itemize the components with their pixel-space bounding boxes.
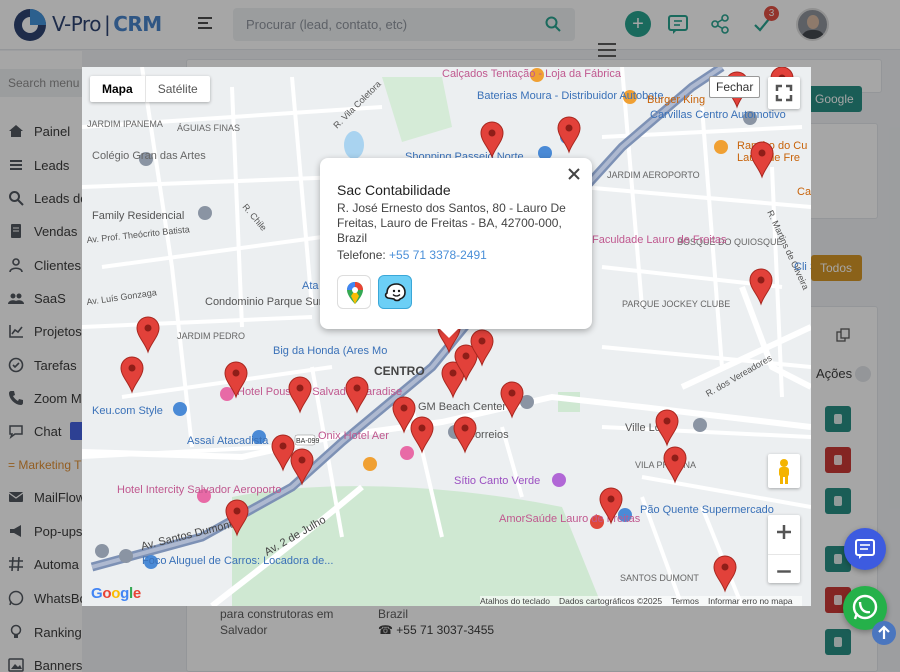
map-marker-dot — [508, 389, 516, 397]
map-label: Colégio Gran das Artes — [92, 150, 206, 162]
map-label: CENTRO — [374, 364, 425, 378]
map-marker-dot — [296, 384, 304, 392]
map-label: Family Residencial — [92, 210, 184, 222]
map-label: Sítio Canto Verde — [454, 475, 540, 487]
lake — [344, 131, 364, 159]
map-label: JARDIM IPANEMA — [87, 119, 163, 129]
map-label: Ca — [797, 186, 811, 198]
map-marker-dot — [400, 404, 408, 412]
info-window-phone: Telefone: +55 71 3378-2491 — [337, 248, 487, 262]
map-label: Hotel Intercity Salvador Aeroporto — [117, 484, 281, 496]
map-label: JARDIM AEROPORTO — [607, 170, 700, 180]
chat-widget-button[interactable] — [844, 528, 886, 570]
map-label: Burger King — [647, 94, 705, 106]
zoom-out-button[interactable] — [768, 554, 800, 588]
info-window-title: Sac Contabilidade — [337, 182, 451, 198]
map-label: GM Beach Center — [418, 401, 506, 413]
map-label: SANTOS DUMONT — [620, 573, 699, 583]
terms-link[interactable]: Termos — [671, 596, 699, 606]
route-shield-label: BA-099 — [296, 438, 319, 445]
map-label: Calçados Tentação - Loja da Fábrica — [442, 68, 622, 80]
map-marker-dot — [758, 149, 766, 157]
map-attribution: Atalhos do teclado Dados cartográficos ©2… — [480, 596, 802, 606]
map-marker-dot — [565, 124, 573, 132]
arrow-up-icon — [878, 625, 890, 639]
map-label: Foco Aluguel de Carros: Locadora de... — [142, 555, 333, 567]
map-marker-dot — [128, 364, 136, 372]
map-marker-dot — [488, 129, 496, 137]
map-label: Ata — [302, 280, 319, 292]
map-label: Keu.com Style — [92, 405, 163, 417]
street-view-pegman[interactable] — [768, 454, 800, 488]
map-data-text: Dados cartográficos ©2025 — [558, 596, 663, 606]
map-marker-dot — [607, 495, 615, 503]
map-label: ÁGUIAS FINAS — [177, 123, 240, 133]
waze-icon — [384, 283, 406, 302]
map-label: Baterias Moura - Distribuidor Autobate — [477, 90, 663, 102]
map-marker-dot — [449, 369, 457, 377]
report-error-link[interactable]: Informar erro no mapa — [708, 596, 793, 606]
map-type-satellite[interactable]: Satélite — [144, 76, 210, 102]
map-marker-dot — [663, 417, 671, 425]
map-label: Big da Honda (Ares Mo — [273, 345, 387, 357]
pegman-icon — [779, 459, 789, 484]
phone-label: Telefone: — [337, 248, 390, 262]
keyboard-shortcuts-link[interactable]: Atalhos do teclado — [480, 596, 550, 606]
map-label: Cli She — [794, 261, 811, 273]
map-label: JARDIM PEDRO — [177, 331, 245, 341]
map-type-control: Mapa Satélite — [90, 76, 210, 102]
map-label: Assaí Atacadista — [187, 435, 269, 447]
map-label: PARQUE JOCKEY CLUBE — [622, 299, 730, 309]
map-marker-dot — [757, 276, 765, 284]
open-google-maps-button[interactable] — [337, 275, 371, 309]
map-marker-dot — [144, 324, 152, 332]
map-label: Faculdade Lauro de Freitas — [592, 234, 727, 246]
open-waze-button[interactable] — [378, 275, 412, 309]
map-marker-dot — [418, 424, 426, 432]
scroll-to-top-button[interactable] — [872, 621, 896, 645]
map-marker-dot — [671, 454, 679, 462]
zoom-control — [768, 515, 800, 588]
zoom-in-button[interactable] — [768, 515, 800, 549]
map-marker-dot — [721, 563, 729, 571]
close-map-button[interactable]: Fechar — [709, 76, 761, 98]
map-marker-dot — [279, 442, 287, 450]
phone-link[interactable]: +55 71 3378-2491 — [389, 248, 487, 262]
map-marker-dot — [232, 369, 240, 377]
map-modal[interactable]: BA-099 Calçados Tentação - Loja da Fábri… — [82, 67, 811, 606]
close-icon[interactable] — [566, 166, 582, 182]
map-marker-dot — [353, 384, 361, 392]
map-label: Hotel Pousada Salvador Paradise — [237, 386, 402, 398]
map-label: Carvillas Centro Automotivo — [650, 109, 786, 121]
map-label: AmorSaúde Lauro de Freitas — [499, 513, 641, 525]
map-marker-dot — [462, 352, 470, 360]
map-marker-dot — [461, 424, 469, 432]
chat-icon — [855, 539, 875, 559]
map-marker-dot — [478, 337, 486, 345]
map-label: Ville Lo — [625, 422, 661, 434]
google-maps-icon — [347, 282, 363, 304]
fullscreen-icon — [775, 84, 793, 102]
google-logo: Google — [91, 585, 141, 602]
info-window-address: R. José Ernesto dos Santos, 80 - Lauro D… — [337, 201, 566, 245]
map-marker-dot — [298, 456, 306, 464]
map-type-map[interactable]: Mapa — [90, 76, 145, 102]
fullscreen-button[interactable] — [768, 77, 800, 109]
map-label: Onix Hotel Aer — [318, 430, 389, 442]
map-label: Pão Quente Supermercado — [640, 504, 774, 516]
map-marker-dot — [233, 507, 241, 515]
info-window: Sac Contabilidade R. José Ernesto dos Sa… — [320, 158, 592, 338]
